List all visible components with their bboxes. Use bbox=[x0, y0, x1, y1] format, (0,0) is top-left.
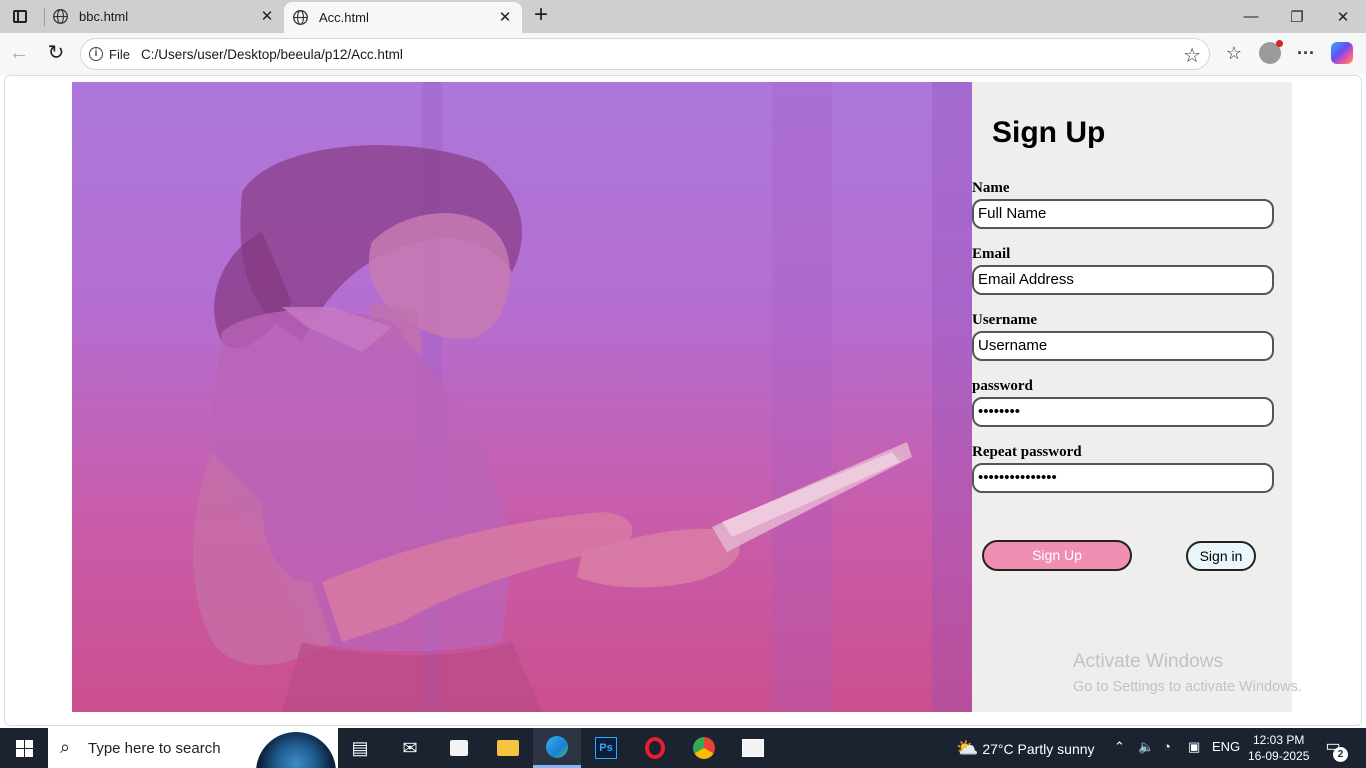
email-label: Email bbox=[972, 246, 1011, 262]
file-explorer-icon[interactable] bbox=[484, 728, 532, 768]
profile-button[interactable] bbox=[1257, 40, 1283, 67]
photoshop-icon[interactable]: Ps bbox=[582, 728, 630, 768]
search-placeholder: Type here to search bbox=[88, 740, 221, 757]
password-field[interactable]: •••••••• bbox=[972, 397, 1274, 427]
back-button[interactable]: ← bbox=[6, 41, 32, 67]
close-icon[interactable]: ✕ bbox=[496, 9, 514, 27]
clock-time: 12:03 PM bbox=[1253, 733, 1305, 747]
search-icon: ⌕ bbox=[60, 737, 71, 757]
start-button[interactable] bbox=[0, 728, 48, 768]
scheme-label: File bbox=[109, 47, 130, 62]
notification-center-button[interactable]: ▭ 2 bbox=[1318, 736, 1348, 762]
chevron-up-icon[interactable]: ⌃ bbox=[1114, 739, 1125, 755]
weather-text: 27°C Partly sunny bbox=[982, 741, 1095, 757]
reload-button[interactable]: ↻ bbox=[43, 41, 69, 67]
username-field[interactable]: Username bbox=[972, 331, 1274, 361]
store-icon[interactable] bbox=[435, 728, 483, 768]
tab-label: bbc.html bbox=[79, 9, 129, 24]
address-bar[interactable]: i File C:/Users/user/Desktop/beeula/p12/… bbox=[80, 38, 1210, 70]
name-label: Name bbox=[972, 180, 1010, 196]
window-close-button[interactable]: ✕ bbox=[1320, 0, 1366, 33]
browser-tab-strip: bbc.html ✕ Acc.html ✕ + — ❐ ✕ bbox=[0, 0, 1366, 33]
url-text[interactable]: C:/Users/user/Desktop/beeula/p12/Acc.htm… bbox=[141, 47, 403, 62]
windows-logo-pane bbox=[25, 740, 33, 748]
more-options-button[interactable]: ··· bbox=[1293, 41, 1319, 67]
signup-panel: Sign Up Name Full Name Email Email Addre… bbox=[972, 82, 1292, 712]
windows-logo-pane bbox=[16, 749, 24, 757]
globe-icon bbox=[53, 9, 68, 24]
name-field[interactable]: Full Name bbox=[972, 199, 1274, 229]
notification-badge: 2 bbox=[1333, 747, 1348, 762]
globe-icon bbox=[293, 10, 308, 25]
partly-sunny-icon: ⛅ bbox=[956, 738, 979, 758]
restore-button[interactable]: ❐ bbox=[1274, 0, 1320, 33]
weather-widget[interactable]: ⛅ 27°C Partly sunny bbox=[956, 738, 1095, 759]
tab-actions-button[interactable] bbox=[8, 6, 32, 28]
windows-logo-icon bbox=[16, 740, 24, 748]
avatar bbox=[1259, 40, 1283, 64]
favorites-button[interactable]: ☆ bbox=[1221, 41, 1247, 67]
signup-button[interactable]: Sign Up bbox=[982, 540, 1132, 571]
close-icon[interactable]: ✕ bbox=[258, 8, 276, 26]
email-field[interactable]: Email Address bbox=[972, 265, 1274, 295]
page-title: Sign Up bbox=[992, 116, 1106, 149]
browser-toolbar: ← ↻ i File C:/Users/user/Desktop/beeula/… bbox=[0, 33, 1366, 75]
favorite-star-icon[interactable]: ☆ bbox=[1183, 43, 1201, 68]
mail-icon[interactable]: ✉ bbox=[386, 728, 434, 768]
copilot-button[interactable] bbox=[1329, 41, 1355, 67]
repeat-password-field[interactable]: ••••••••••••••• bbox=[972, 463, 1274, 493]
language-indicator[interactable]: ENG bbox=[1212, 739, 1240, 754]
opera-icon[interactable] bbox=[631, 728, 679, 768]
tab-actions-icon bbox=[13, 10, 27, 23]
info-icon[interactable]: i bbox=[89, 47, 103, 61]
page-viewport: Sign Up Name Full Name Email Email Addre… bbox=[4, 75, 1362, 726]
clock[interactable]: 12:03 PM 16-09-2025 bbox=[1248, 732, 1309, 764]
password-label: password bbox=[972, 378, 1033, 394]
tab-acc[interactable]: Acc.html ✕ bbox=[284, 2, 522, 33]
minimize-button[interactable]: — bbox=[1228, 0, 1274, 33]
tab-label: Acc.html bbox=[319, 10, 369, 25]
hero-image bbox=[72, 82, 972, 712]
woman-with-tablet-illustration bbox=[193, 82, 972, 712]
task-view-icon[interactable]: ▤ bbox=[336, 728, 384, 768]
new-tab-button[interactable]: + bbox=[530, 3, 552, 28]
copilot-icon bbox=[1331, 42, 1353, 64]
meet-now-icon[interactable]: ▣ bbox=[1188, 739, 1200, 755]
tab-bbc[interactable]: bbc.html ✕ bbox=[44, 0, 284, 33]
edge-icon[interactable] bbox=[533, 728, 581, 768]
clock-date: 16-09-2025 bbox=[1248, 749, 1310, 763]
wifi-icon[interactable]: ◔ bbox=[1163, 739, 1171, 754]
chrome-icon[interactable] bbox=[680, 728, 728, 768]
taskbar: ⌕ Type here to search ▤ ✉ Ps ⛅ 27°C Part… bbox=[0, 728, 1366, 768]
signin-button[interactable]: Sign in bbox=[1186, 541, 1256, 571]
photos-icon[interactable] bbox=[729, 728, 777, 768]
speaker-icon[interactable]: 🔈 bbox=[1138, 739, 1154, 755]
username-label: Username bbox=[972, 312, 1037, 328]
repeat-password-label: Repeat password bbox=[972, 444, 1082, 460]
windows-logo-pane bbox=[25, 749, 33, 757]
